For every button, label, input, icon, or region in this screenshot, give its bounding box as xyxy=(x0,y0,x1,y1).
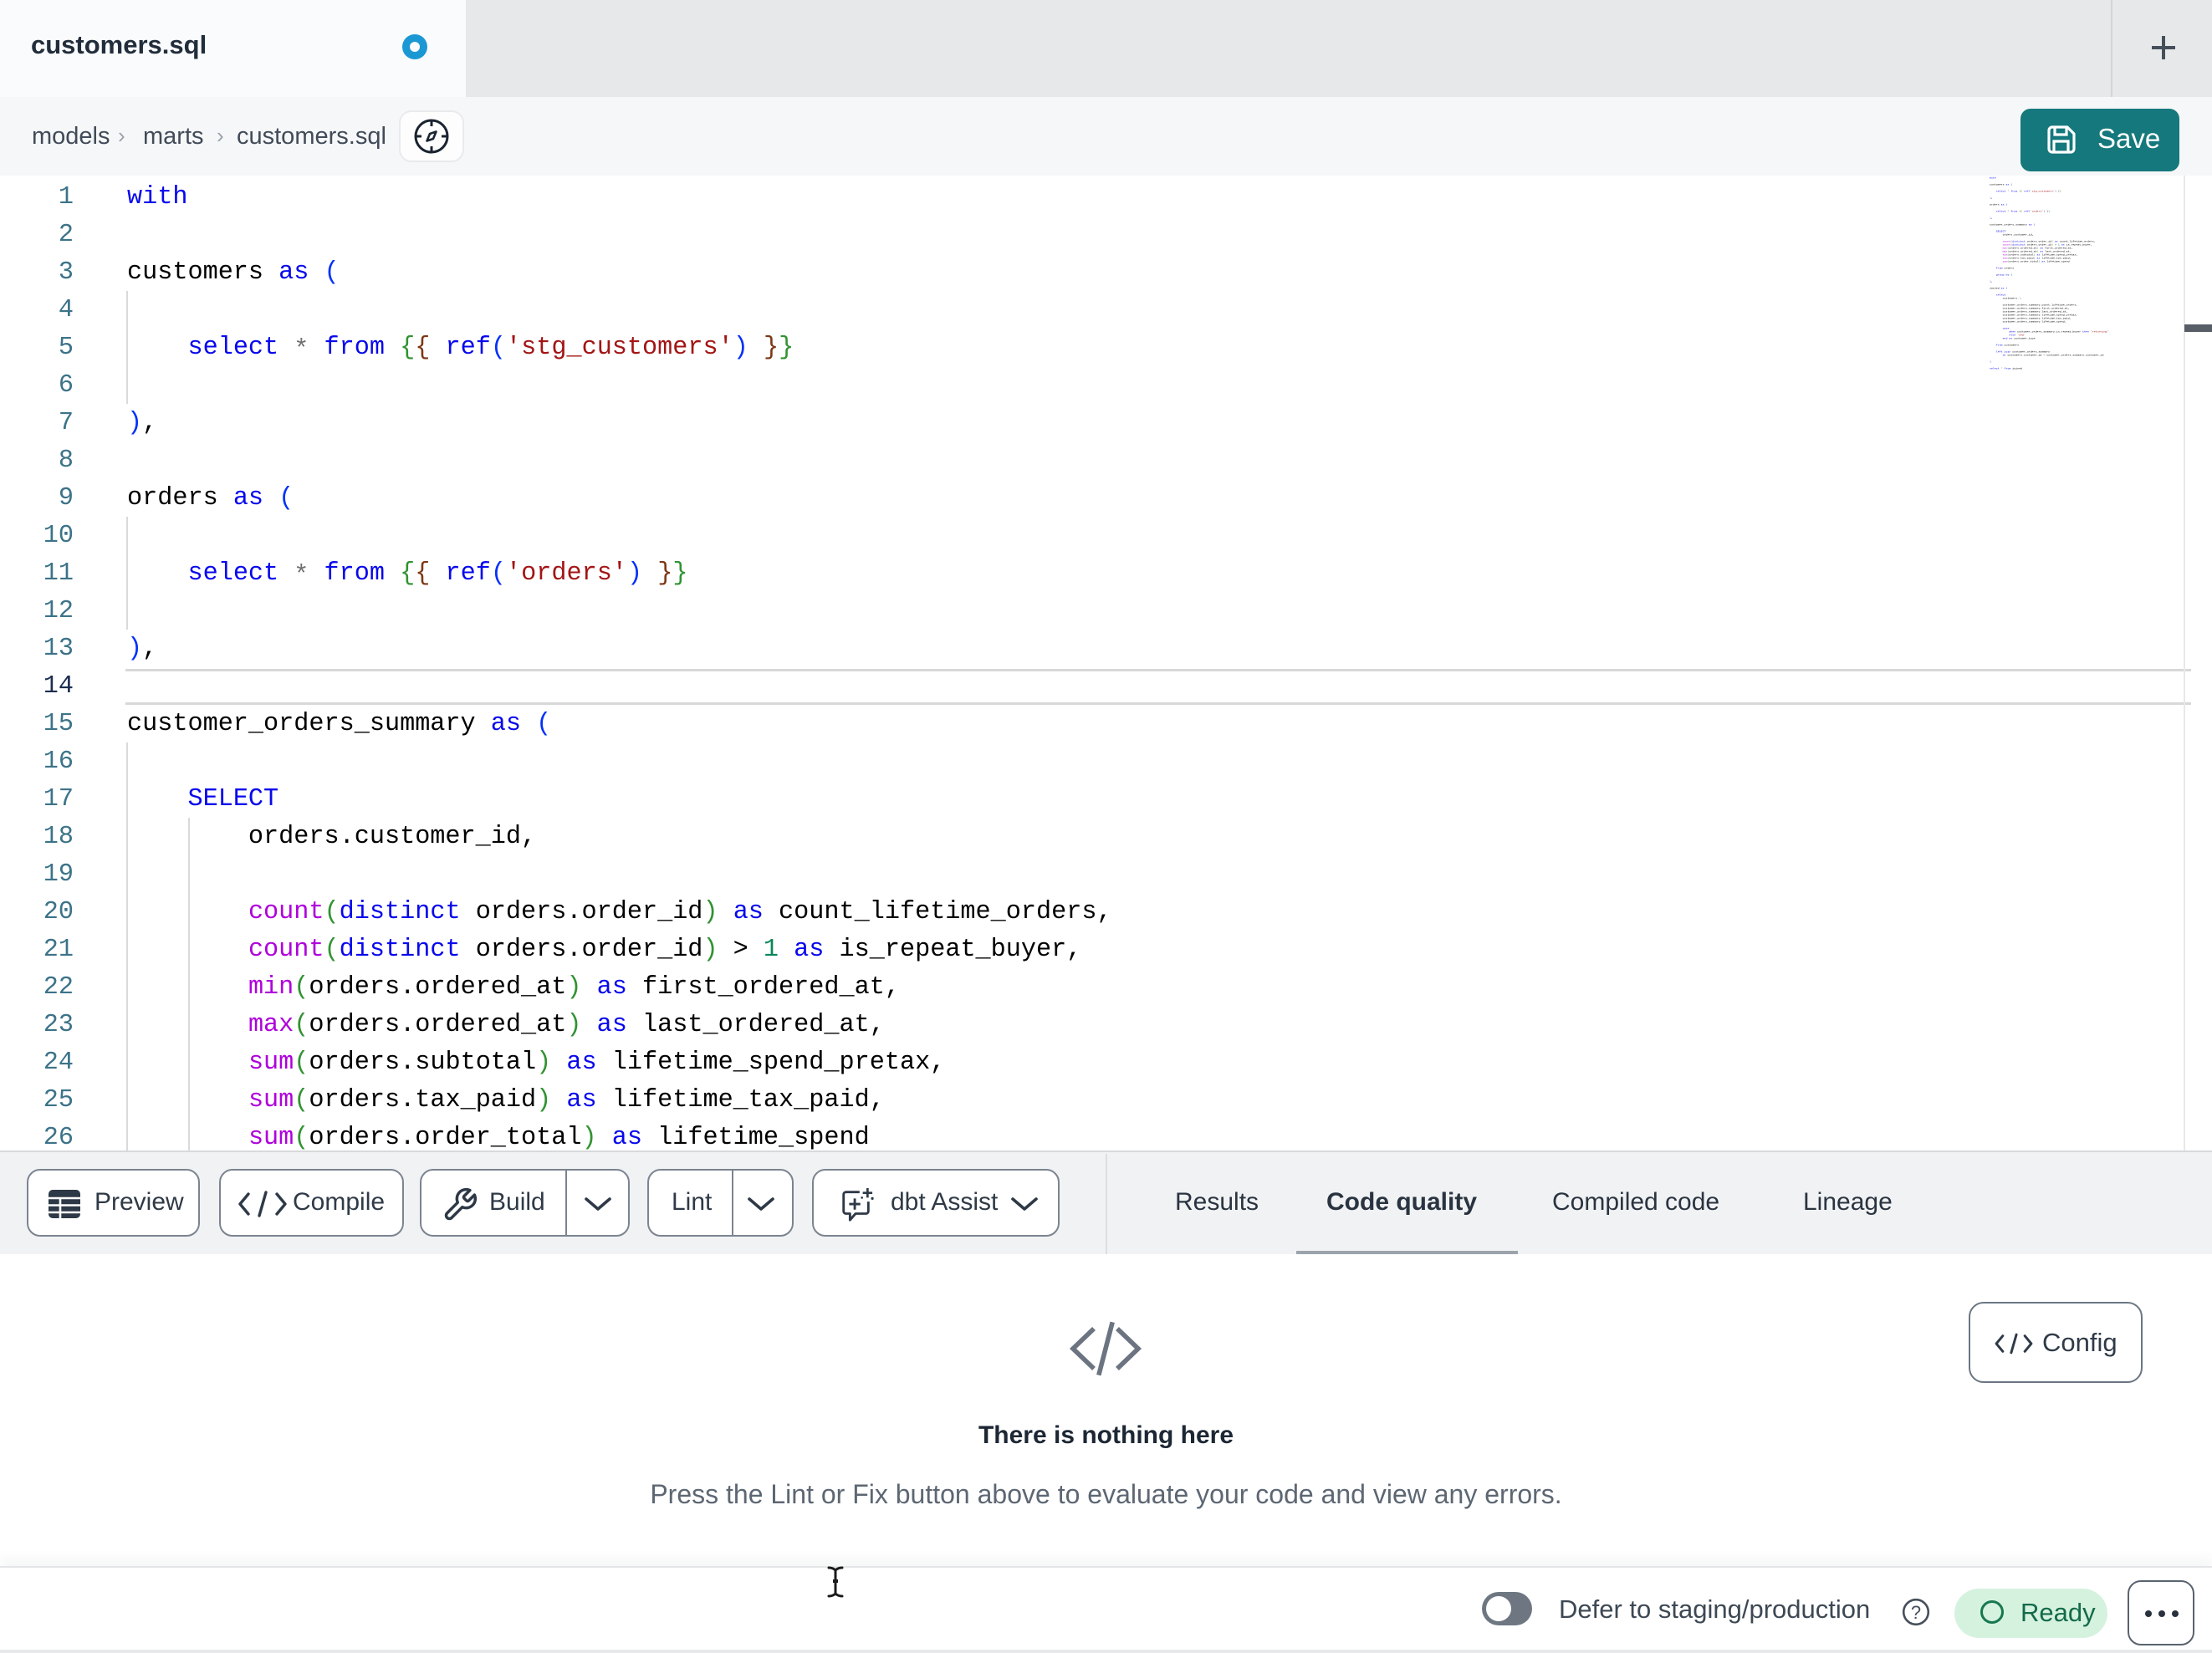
svg-text:?: ? xyxy=(1911,1602,1921,1623)
